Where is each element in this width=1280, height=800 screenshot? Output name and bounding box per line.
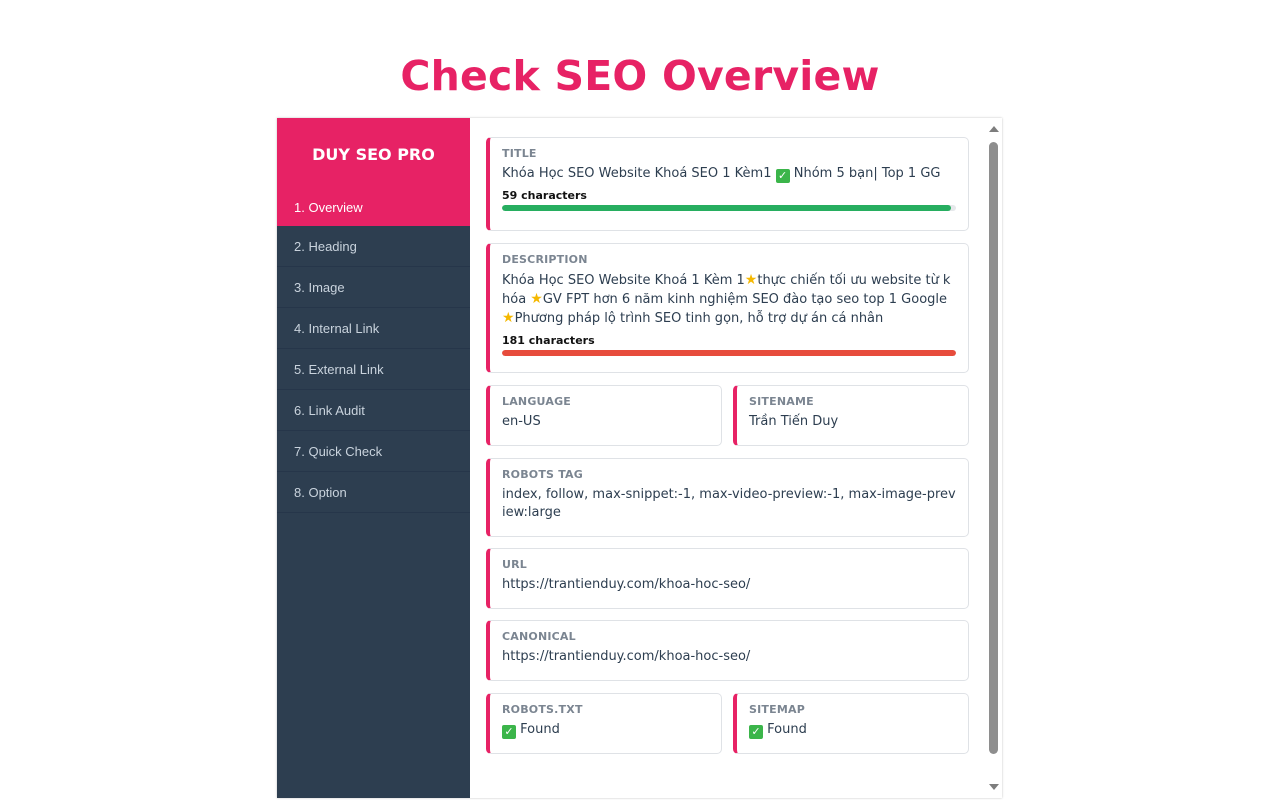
language-value: en-US [502, 414, 541, 429]
description-length-bar [502, 350, 956, 356]
sidebar-item-internal-link[interactable]: 4. Internal Link [277, 308, 470, 349]
sidebar-item-quick-check[interactable]: 7. Quick Check [277, 431, 470, 472]
scrollbar-thumb[interactable] [989, 142, 998, 754]
robots-txt-label: ROBOTS.TXT [502, 703, 583, 716]
robots-tag-card: ROBOTS TAG index, follow, max-snippet:-1… [486, 458, 969, 537]
url-label: URL [502, 558, 528, 571]
title-char-count: 59 characters [502, 189, 587, 202]
brand-header: DUY SEO PRO 1. Overview [277, 118, 470, 226]
robots-txt-status: Found [520, 722, 560, 737]
sitename-label: SITENAME [749, 395, 814, 408]
robots-tag-value: index, follow, max-snippet:-1, max-video… [502, 487, 956, 520]
sidebar: DUY SEO PRO 1. Overview 2. Heading 3. Im… [277, 118, 470, 798]
sitename-card: SITENAME Trần Tiến Duy [733, 385, 969, 446]
sitemap-value: ✓ Found [749, 721, 956, 739]
sidebar-item-link-audit[interactable]: 6. Link Audit [277, 390, 470, 431]
check-mark-icon: ✓ [749, 725, 763, 739]
sitemap-card: SITEMAP ✓ Found [733, 693, 969, 754]
vertical-scrollbar[interactable] [985, 118, 1002, 798]
canonical-value: https://trantienduy.com/khoa-hoc-seo/ [502, 649, 751, 664]
sidebar-item-overview[interactable]: 1. Overview [277, 188, 470, 226]
star-icon: ★ [530, 291, 543, 307]
language-card: LANGUAGE en-US [486, 385, 722, 446]
sidebar-item-external-link[interactable]: 5. External Link [277, 349, 470, 390]
title-value: Khóa Học SEO Website Khoá SEO 1 Kèm1 ✓ N… [502, 165, 956, 183]
description-text-3: GV FPT hơn 6 năm kinh nghiệm SEO đào tạo… [542, 292, 948, 307]
title-length-fill [502, 205, 952, 211]
scroll-up-arrow-icon[interactable] [989, 126, 999, 132]
extension-popup: DUY SEO PRO 1. Overview 2. Heading 3. Im… [277, 118, 1002, 798]
star-icon: ★ [744, 272, 758, 288]
sitemap-status: Found [767, 722, 807, 737]
sidebar-item-image[interactable]: 3. Image [277, 267, 470, 308]
title-text-start: Khóa Học SEO Website Khoá SEO 1 Kèm1 [502, 166, 772, 181]
description-value: Khóa Học SEO Website Khoá 1 Kèm 1★thực c… [502, 271, 956, 328]
robots-txt-card: ROBOTS.TXT ✓ Found [486, 693, 722, 754]
robots-txt-value: ✓ Found [502, 721, 709, 739]
star-icon: ★ [502, 310, 515, 326]
url-value: https://trantienduy.com/khoa-hoc-seo/ [502, 577, 751, 592]
sitename-value: Trần Tiến Duy [749, 414, 839, 429]
check-mark-icon: ✓ [502, 725, 516, 739]
canonical-label: CANONICAL [502, 630, 576, 643]
url-card: URL https://trantienduy.com/khoa-hoc-seo… [486, 548, 969, 609]
title-text-end: Nhóm 5 bạn| Top 1 GG [793, 166, 941, 181]
canonical-card: CANONICAL https://trantienduy.com/khoa-h… [486, 620, 969, 681]
scroll-down-arrow-icon[interactable] [989, 784, 999, 790]
overview-panel: TITLE Khóa Học SEO Website Khoá SEO 1 Kè… [470, 118, 984, 798]
title-length-bar [502, 205, 956, 211]
description-card: DESCRIPTION Khóa Học SEO Website Khoá 1 … [486, 243, 969, 373]
check-mark-icon: ✓ [775, 169, 790, 183]
sidebar-item-option[interactable]: 8. Option [277, 472, 470, 513]
description-char-count: 181 characters [502, 334, 595, 347]
robots-tag-label: ROBOTS TAG [502, 468, 584, 481]
description-text-1: Khóa Học SEO Website Khoá 1 Kèm 1 [502, 273, 745, 288]
description-length-fill [502, 350, 956, 356]
page-title: Check SEO Overview [400, 52, 880, 100]
title-label: TITLE [502, 147, 537, 160]
sidebar-item-heading[interactable]: 2. Heading [277, 226, 470, 267]
title-card: TITLE Khóa Học SEO Website Khoá SEO 1 Kè… [486, 137, 969, 231]
description-label: DESCRIPTION [502, 253, 588, 266]
brand-name: DUY SEO PRO [312, 145, 435, 164]
sitemap-label: SITEMAP [749, 703, 805, 716]
description-text-4: Phương pháp lộ trình SEO tinh gọn, hỗ tr… [514, 311, 884, 326]
language-label: LANGUAGE [502, 395, 572, 408]
